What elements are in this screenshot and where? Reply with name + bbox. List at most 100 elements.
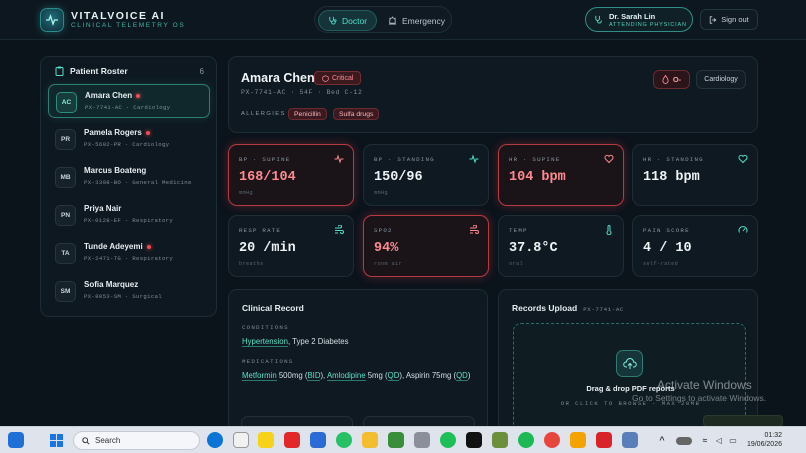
alert-dot [145, 130, 150, 135]
emergency-role-button[interactable]: Emergency [379, 10, 454, 31]
patient-item-tunde-adeyemi[interactable]: TA Tunde Adeyemi PX-2471-TG · Respirator… [48, 236, 210, 270]
taskbar-search[interactable]: Search [73, 431, 200, 450]
windows-taskbar: Search ^ ≈ ◁ ▭ 01:32 19/06/2026 [0, 426, 806, 453]
emergency-role-label: Emergency [402, 15, 445, 26]
vital-bp-supine: BP · SUPINE 168/104 mmHg [228, 144, 354, 206]
start-icon[interactable] [48, 432, 64, 448]
file-explorer-icon[interactable] [362, 432, 378, 448]
edge-icon[interactable] [207, 432, 223, 448]
calculator-icon[interactable] [414, 432, 430, 448]
vital-resp-rate: RESP RATE 20 /min breaths [228, 215, 354, 277]
patient-avatar: PR [55, 129, 76, 150]
patient-item-pamela-rogers[interactable]: PR Pamela Rogers PX-5602-PR · Cardiology [48, 122, 210, 156]
tiktok-icon[interactable] [466, 432, 482, 448]
clock-date: 19/06/2026 [746, 441, 782, 448]
search-icon [82, 436, 90, 445]
wind-icon [335, 225, 344, 234]
chrome-icon[interactable] [544, 432, 560, 448]
condition-link[interactable]: Hypertension [242, 337, 288, 347]
alert-dot [136, 93, 141, 98]
patient-item-sofia-marquez[interactable]: SM Sofia Marquez PX-8053-SM · Surgical [48, 274, 210, 308]
vital-value: 104 bpm [509, 170, 566, 185]
patient-item-amara-chen[interactable]: AC Amara Chen PX-7741-AC · Cardiology [48, 84, 210, 118]
vital-unit: mmHg [239, 190, 254, 196]
blood-type-badge: O- [653, 70, 690, 89]
vital-value: 118 bpm [643, 170, 700, 185]
patient-name-row: Pamela Rogers [84, 128, 150, 137]
allergy-tag: Penicillin [288, 108, 327, 120]
battery-icon[interactable]: ▭ [725, 432, 741, 448]
vital-label: BP · SUPINE [239, 156, 291, 163]
condition-text: , Type 2 Diabetes [287, 337, 349, 346]
vital-value: 94% [374, 241, 399, 256]
keyboard-icon[interactable] [676, 437, 692, 445]
medication-link[interactable]: Metformin [242, 371, 277, 381]
patient-item-marcus-boateng[interactable]: MB Marcus Boateng PX-3398-BO · General M… [48, 160, 210, 194]
minecraft-icon[interactable] [388, 432, 404, 448]
patient-meta: PX-8053-SM · Surgical [84, 293, 162, 300]
upload-patient-code: PX-7741-AC [583, 306, 624, 313]
vital-value: 20 /min [239, 241, 296, 256]
chevron-up-icon[interactable]: ^ [654, 432, 670, 448]
department-badge: Cardiology [696, 70, 746, 89]
youtube-icon[interactable] [284, 432, 300, 448]
vital-value: 4 / 10 [643, 241, 692, 256]
brand-name: VITALVOICE AI [71, 10, 165, 22]
patient-name: Sofia Marquez [84, 280, 139, 289]
acrobat-icon[interactable] [596, 432, 612, 448]
frequency-link[interactable]: QD [456, 371, 468, 381]
vital-value: 168/104 [239, 170, 296, 185]
snipping-tool-icon[interactable] [622, 432, 638, 448]
patient-meta: PX-7741-AC · 54F · Bed C-12 [241, 89, 363, 96]
spotify-icon[interactable] [518, 432, 534, 448]
frequency-link[interactable]: BID [307, 371, 321, 381]
sign-out-button[interactable]: Sign out [700, 9, 758, 30]
activate-windows-title: Activate Windows [657, 378, 752, 392]
alert-dot [146, 244, 151, 249]
patient-avatar: PN [55, 205, 76, 226]
alert-icon [322, 74, 329, 82]
vital-spo2: SPO2 94% room air [363, 215, 489, 277]
roster-count: 6 [199, 67, 204, 76]
upload-title-label: Records Upload [512, 303, 578, 313]
whatsapp-icon[interactable] [336, 432, 352, 448]
whatsapp-alt-icon[interactable] [440, 432, 456, 448]
medication-text: ), [320, 371, 327, 380]
widgets-icon[interactable] [8, 432, 24, 448]
heart-icon [604, 154, 614, 164]
taskbar-clock[interactable]: 01:32 19/06/2026 [740, 431, 782, 449]
checklist-icon[interactable] [233, 432, 249, 448]
patient-name-row: Amara Chen [85, 91, 141, 100]
brand-logo [40, 8, 64, 32]
blood-type: O- [672, 75, 682, 84]
vital-unit: oral [509, 261, 524, 267]
patient-header-card: Amara Chen Critical PX-7741-AC · 54F · B… [228, 56, 758, 133]
clinical-record-panel: Clinical Record CONDITIONS Hypertension,… [228, 289, 488, 446]
medications-label: MEDICATIONS [242, 358, 294, 365]
vital-label: RESP RATE [239, 227, 282, 234]
snapchat-icon[interactable] [258, 432, 274, 448]
user-profile[interactable]: Dr. Sarah Lin ATTENDING PHYSICIAN [585, 7, 693, 32]
store-icon[interactable] [310, 432, 326, 448]
patient-item-priya-nair[interactable]: PN Priya Nair PX-0128-EF · Respiratory [48, 198, 210, 232]
roster-title-label: Patient Roster [70, 66, 128, 76]
patient-name: Priya Nair [84, 204, 122, 213]
vital-unit: mmHg [374, 190, 389, 196]
vital-pain-score: PAIN SCORE 4 / 10 self-rated [632, 215, 758, 277]
doctor-role-button[interactable]: Doctor [318, 10, 378, 31]
vital-label: HR · SUPINE [509, 156, 561, 163]
medication-link[interactable]: Amlodipine [326, 371, 366, 381]
conditions-label: CONDITIONS [242, 324, 289, 331]
thermometer-icon [606, 225, 612, 235]
sign-out-label: Sign out [721, 15, 749, 24]
patient-meta: PX-0128-EF · Respiratory [84, 217, 174, 224]
patient-name-row: Sofia Marquez [84, 280, 138, 289]
patient-roster: Patient Roster 6 AC Amara Chen PX-7741-A… [40, 56, 217, 317]
waveform-icon [46, 13, 58, 27]
patient-meta: PX-2471-TG · Respiratory [84, 255, 174, 262]
frequency-link[interactable]: QD [387, 371, 400, 381]
vital-unit: room air [374, 261, 403, 267]
minecraft-launcher-icon[interactable] [492, 432, 508, 448]
app-icon[interactable] [570, 432, 586, 448]
medications-list: Metformin 500mg (BID), Amlodipine 5mg (Q… [242, 369, 482, 382]
